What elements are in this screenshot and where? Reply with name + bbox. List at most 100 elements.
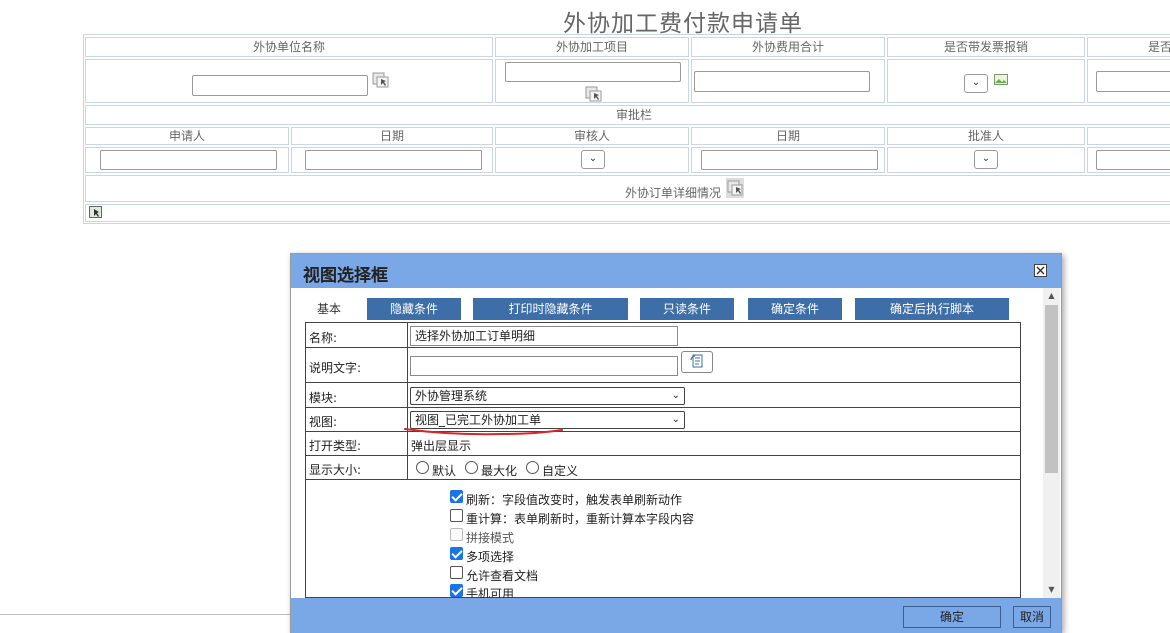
view-label: 视图: [309,415,338,429]
row-desc: 说明文字: [306,348,1020,383]
name-label: 名称: [309,331,338,345]
radio-maximize-label: 最大化 [481,464,518,478]
header-blank [1087,127,1170,145]
invoice-select[interactable]: ⌄ [964,74,988,93]
row-module: 模块: 外协管理系统 ⌄ [306,383,1020,408]
open-type-label: 打开类型: [309,439,362,453]
dialog-body: 基本 隐藏条件 打印时隐藏条件 只读条件 确定条件 确定后执行脚本 名称: 选择… [291,288,1061,601]
blank-cell [1087,147,1170,173]
chevron-down-icon: ⌄ [981,153,991,164]
option-checkbox[interactable] [450,509,463,522]
item-cell [495,59,689,103]
option-label-recalc: 重计算：表单刷新时，重新计算本字段内容 [466,512,695,526]
options-area: 刷新：字段值改变时，触发表单刷新动作 重计算：表单刷新时，重新计算本字段内容 拼… [306,480,1020,601]
dialog-footer: 确定 取消 [291,598,1061,633]
tab-confirm-condition[interactable]: 确定条件 [748,298,842,320]
dialog-header: 视图选择框 [291,254,1061,288]
option-checkbox[interactable] [450,584,463,597]
scroll-up-icon[interactable]: ▲ [1043,289,1060,303]
ok-button[interactable]: 确定 [903,606,1001,628]
picker-icon[interactable] [372,72,389,88]
reload-icon[interactable] [681,351,713,373]
processing-item-input[interactable] [505,62,681,82]
open-type-value: 弹出层显示 [411,439,472,453]
tab-basic[interactable]: 基本 [303,298,355,320]
row-display-size: 显示大小: 默认 最大化 自定义 [306,456,1020,480]
chevron-down-icon: ⌄ [671,414,680,425]
option-label-refresh: 刷新：字段值改变时，触发表单刷新动作 [466,493,683,507]
tab-readonly-condition[interactable]: 只读条件 [640,298,734,320]
chevron-down-icon: ⌄ [671,390,680,401]
desc-input[interactable] [410,356,678,376]
header-supplier-name: 外协单位名称 [85,37,493,57]
radio-default-label: 默认 [432,464,457,478]
supplier-cell [85,59,493,103]
applicant-input[interactable] [100,150,277,170]
date1-cell [291,147,493,173]
name-input[interactable]: 选择外协加工订单明细 [410,326,678,346]
option-checkbox[interactable] [450,528,463,541]
picker-icon[interactable] [726,178,744,198]
module-select[interactable]: 外协管理系统 ⌄ [410,387,685,405]
header-date-2: 日期 [691,127,885,145]
approver-select[interactable]: ⌄ [974,150,998,169]
detail-label: 外协订单详细情况 [625,186,722,200]
reviewer-select[interactable]: ⌄ [581,150,605,169]
option-label-view-doc: 允许查看文档 [466,569,539,583]
desc-label: 说明文字: [309,361,362,375]
header-cut: 是否 [1087,37,1170,57]
approval-bar: 审批栏 [85,105,1170,125]
picker-icon[interactable] [585,86,602,102]
applicant-cell [85,147,289,173]
scroll-down-icon[interactable]: ▼ [1043,583,1060,597]
form-title: 外协加工费付款申请单 [563,11,803,37]
row-name: 名称: 选择外协加工订单明细 [306,323,1020,348]
dialog-scrollbar[interactable]: ▲ ▼ [1043,288,1060,598]
date2-cell [691,147,885,173]
option-label-multi: 多项选择 [466,550,515,564]
reviewer-cell: ⌄ [495,147,689,173]
radio-default[interactable] [416,461,429,474]
header-reviewer: 审核人 [495,127,689,145]
radio-maximize[interactable] [465,461,478,474]
date-2-input[interactable] [701,150,878,170]
cut-cell [1087,59,1170,103]
display-size-label: 显示大小: [309,463,362,477]
approver-cell: ⌄ [887,147,1085,173]
header-processing-item: 外协加工项目 [495,37,689,57]
radio-custom-label: 自定义 [542,464,579,478]
module-label: 模块: [309,391,338,405]
chevron-down-icon: ⌄ [971,77,981,88]
view-select-dialog: 视图选择框 基本 隐藏条件 打印时隐藏条件 只读条件 确定条件 确定后执行脚本 … [290,253,1062,633]
tab-post-confirm-script[interactable]: 确定后执行脚本 [855,298,1009,320]
tab-print-hide-condition[interactable]: 打印时隐藏条件 [473,298,628,320]
option-label-splice: 拼接模式 [466,531,515,545]
cancel-button[interactable]: 取消 [1013,606,1051,628]
radio-custom[interactable] [526,461,539,474]
supplier-name-input[interactable] [192,75,368,96]
scroll-thumb[interactable] [1045,305,1058,473]
date-1-input[interactable] [305,150,482,170]
fee-total-input[interactable] [694,71,870,92]
module-select-value: 外协管理系统 [415,389,488,403]
fee-cell [691,59,885,103]
detail-content-row [85,204,1170,222]
form-table: 外协单位名称 外协加工项目 外协费用合计 是否带发票报销 是否 ⌄ 审批栏 申请… [83,34,1170,224]
picker-icon[interactable] [89,206,103,219]
cut-input[interactable] [1096,71,1170,92]
option-checkbox[interactable] [450,490,463,503]
invoice-cell: ⌄ [887,59,1085,103]
detail-row: 外协订单详细情况 [85,175,1170,202]
annotation-underline [404,428,563,436]
properties-table: 名称: 选择外协加工订单明细 说明文字: 模块: 外协管理系统 ⌄ 视图: 视图… [305,322,1021,601]
option-checkbox[interactable] [450,547,463,560]
option-checkbox[interactable] [450,566,463,579]
image-icon[interactable] [994,74,1008,85]
dialog-title: 视图选择框 [303,266,388,286]
header-applicant: 申请人 [85,127,289,145]
tab-hide-condition[interactable]: 隐藏条件 [367,298,461,320]
close-icon[interactable] [1034,264,1047,277]
blank-input[interactable] [1096,150,1170,170]
header-invoice: 是否带发票报销 [887,37,1085,57]
chevron-down-icon: ⌄ [588,153,598,164]
